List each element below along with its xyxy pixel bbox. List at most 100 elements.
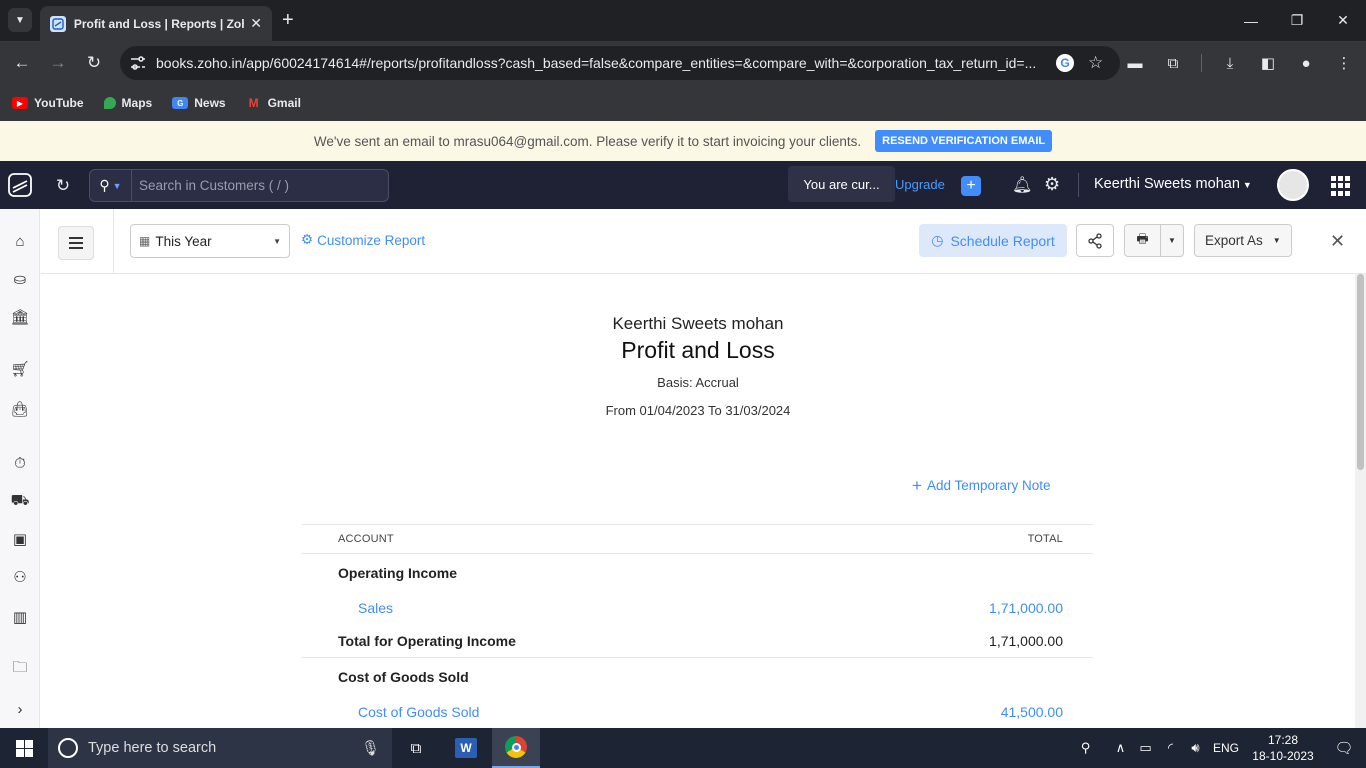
customize-label: Customize Report <box>317 232 426 248</box>
zoho-books-logo-icon[interactable] <box>7 172 33 198</box>
add-temporary-note-link[interactable]: + Add Temporary Note <box>912 475 1051 495</box>
minimize-icon[interactable]: — <box>1228 0 1274 41</box>
browser-tab-active[interactable]: Profit and Loss | Reports | Zoho ✕ <box>40 6 272 41</box>
download-icon[interactable]: ⤓ <box>1220 51 1240 75</box>
amount-link[interactable]: 1,71,000.00 <box>989 600 1063 616</box>
clock-icon: ◷ <box>931 232 944 248</box>
hidden-icons-chevron-icon[interactable]: ∧ <box>1108 740 1133 756</box>
sales-cart-icon[interactable]: 🛒︎ <box>10 359 30 379</box>
home-icon[interactable]: ⌂ <box>10 231 30 251</box>
bookmark-maps[interactable]: Maps <box>103 96 153 110</box>
quick-create-plus-icon[interactable]: + <box>961 176 981 196</box>
notification-center-icon[interactable]: 🗨︎ <box>1322 739 1366 757</box>
organization-switcher[interactable]: Keerthi Sweets mohan ▼ <box>1094 176 1252 192</box>
bookmark-star-icon[interactable]: ☆ <box>1088 53 1103 73</box>
org-name-label: Keerthi Sweets mohan <box>1094 176 1240 192</box>
volume-icon[interactable]: 🔊︎ <box>1183 740 1208 756</box>
google-lens-icon[interactable]: G <box>1056 54 1074 72</box>
bookmark-youtube[interactable]: ▶ YouTube <box>12 96 84 110</box>
people-icon[interactable]: ⚲ <box>1073 740 1098 756</box>
microphone-icon[interactable]: 🎙︎ <box>361 739 380 757</box>
amount-link[interactable]: 41,500.00 <box>1001 704 1063 720</box>
search-icon: ⚲ <box>99 177 110 193</box>
youtube-icon: ▶ <box>12 97 28 109</box>
chrome-menu-icon[interactable]: ⋮ <box>1334 51 1354 75</box>
accountant-icon[interactable]: ⚇ <box>10 567 30 587</box>
table-row-account: Cost of Goods Sold 41,500.00 <box>302 695 1093 728</box>
reload-icon[interactable]: ↻ <box>82 51 106 75</box>
scrollbar-thumb[interactable] <box>1357 274 1364 470</box>
search-input[interactable] <box>132 178 382 193</box>
purchases-bag-icon[interactable]: 👜︎ <box>10 399 30 419</box>
search-scope-dropdown[interactable]: ⚲ ▼ <box>90 170 132 201</box>
banking-icon[interactable]: 🏛︎ <box>10 307 30 327</box>
task-view-button[interactable]: ⧉ <box>392 728 440 768</box>
notifications-bell-icon[interactable]: 🔔︎ <box>1012 175 1032 195</box>
upgrade-link[interactable]: Upgrade <box>895 177 945 192</box>
battery-icon[interactable]: ▭ <box>1133 740 1158 756</box>
toolbar-divider <box>113 209 114 274</box>
bookmark-gmail[interactable]: M Gmail <box>246 96 301 110</box>
tab-title: Profit and Loss | Reports | Zoho <box>73 16 245 31</box>
recent-activity-icon[interactable]: ↻ <box>53 176 73 196</box>
reports-chart-icon[interactable]: ▥ <box>10 607 30 627</box>
account-link[interactable]: Sales <box>358 600 393 616</box>
restore-icon[interactable]: ❐ <box>1274 0 1320 41</box>
start-button[interactable] <box>0 728 48 768</box>
settings-gear-icon[interactable]: ⚙ <box>1044 174 1060 195</box>
wifi-icon[interactable]: ◜ <box>1158 740 1183 756</box>
trial-status-badge[interactable]: You are cur... <box>788 166 895 202</box>
customize-report-link[interactable]: ⚙ Customize Report <box>301 232 425 248</box>
report-basis: Basis: Accrual <box>657 375 739 390</box>
time-tracking-icon[interactable]: ⏱︎ <box>10 453 30 473</box>
tab-close-icon[interactable]: ✕ <box>250 15 262 32</box>
plus-icon: + <box>912 475 922 495</box>
gst-filing-icon[interactable]: ▣ <box>10 529 30 549</box>
eway-bills-truck-icon[interactable]: ⛟ <box>10 491 30 511</box>
print-icon[interactable]: 🖶︎ <box>1125 225 1161 256</box>
period-dropdown[interactable]: ▦ This Year ▼ <box>130 224 290 258</box>
tab-search-button[interactable]: ▼ <box>8 8 32 32</box>
row-label: Operating Income <box>338 564 458 581</box>
side-panel-icon[interactable]: ◧ <box>1258 51 1278 75</box>
items-basket-icon[interactable]: ⛀ <box>10 269 30 289</box>
close-report-icon[interactable]: ✕ <box>1330 231 1345 251</box>
gmail-icon: M <box>248 96 259 110</box>
clock[interactable]: 17:28 18-10-2023 <box>1244 732 1322 764</box>
schedule-report-button[interactable]: ◷ Schedule Report <box>919 224 1067 257</box>
back-icon[interactable]: ← <box>10 51 34 75</box>
window-close-icon[interactable]: ✕ <box>1320 0 1366 41</box>
expand-sidebar-chevron-icon[interactable]: › <box>10 699 30 719</box>
url-text: books.zoho.in/app/60024174614#/reports/p… <box>156 55 1037 71</box>
resend-verification-button[interactable]: RESEND VERIFICATION EMAIL <box>875 130 1053 152</box>
app-launcher-grid-icon[interactable] <box>1331 176 1351 196</box>
taskbar-word[interactable]: W <box>442 728 490 768</box>
report-org-name: Keerthi Sweets mohan <box>612 314 784 333</box>
user-avatar[interactable] <box>1277 169 1309 201</box>
task-view-icon: ⧉ <box>410 739 422 757</box>
site-info-icon[interactable] <box>120 56 156 70</box>
media-icon[interactable]: ▬ <box>1125 51 1145 75</box>
taskbar-search[interactable]: Type here to search 🎙︎ <box>48 728 392 768</box>
bookmark-label: Maps <box>121 96 153 110</box>
clock-time: 17:28 <box>1267 733 1299 747</box>
bookmark-news[interactable]: G News <box>172 96 226 110</box>
extensions-icon[interactable]: ⧉ <box>1163 51 1183 75</box>
print-options-chevron-icon[interactable]: ▼ <box>1161 225 1183 256</box>
reports-menu-hamburger-icon[interactable] <box>58 226 94 260</box>
add-note-label: Add Temporary Note <box>926 478 1051 493</box>
documents-folder-icon[interactable]: 🗀︎ <box>10 659 30 679</box>
profile-icon[interactable]: ● <box>1296 51 1316 75</box>
forward-icon[interactable]: → <box>46 51 70 75</box>
taskbar-search-placeholder: Type here to search <box>88 740 217 756</box>
language-indicator[interactable]: ENG <box>1208 741 1244 755</box>
report-scrollbar[interactable] <box>1355 274 1366 728</box>
address-bar[interactable]: books.zoho.in/app/60024174614#/reports/p… <box>120 46 1120 80</box>
taskbar-chrome[interactable] <box>492 728 540 768</box>
export-as-dropdown[interactable]: Export As ▼ <box>1194 224 1292 257</box>
account-link[interactable]: Cost of Goods Sold <box>358 704 479 720</box>
new-tab-icon[interactable]: + <box>282 8 294 32</box>
zoho-books-favicon-icon <box>50 15 66 32</box>
share-button[interactable] <box>1076 224 1114 257</box>
browser-tabstrip: ▼ Profit and Loss | Reports | Zoho ✕ + —… <box>0 0 1366 41</box>
